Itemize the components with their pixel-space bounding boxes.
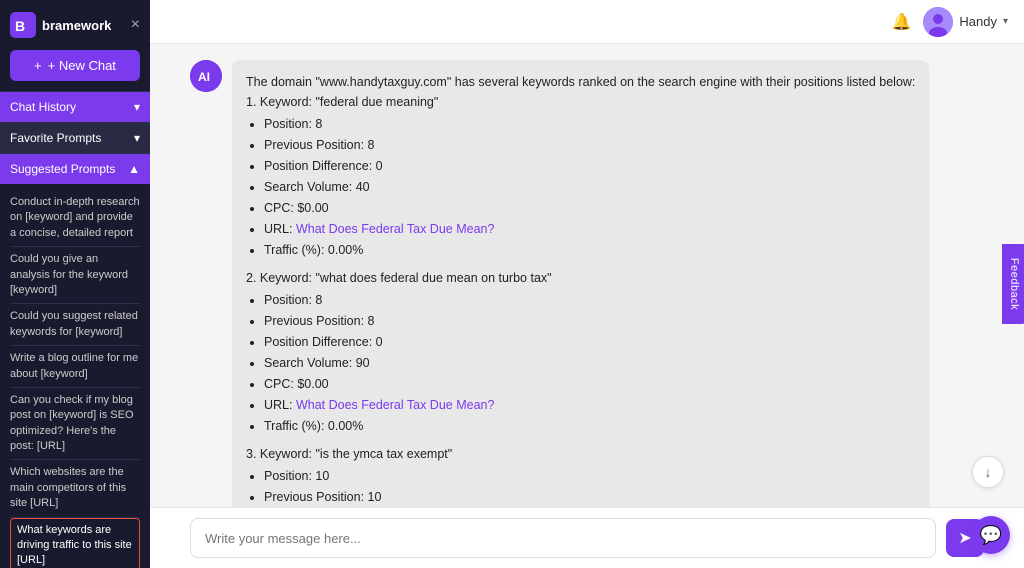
sidebar: B bramework × + + New Chat Chat History … (0, 0, 150, 568)
keyword-section: 3. Keyword: "is the ymca tax exempt"Posi… (246, 444, 915, 507)
keyword-position-diff: Position Difference: 0 (264, 332, 915, 352)
input-area: ➤ (150, 507, 1024, 568)
chevron-down-icon-2: ▾ (134, 131, 140, 145)
sidebar-prompt-item[interactable]: Conduct in-depth research on [keyword] a… (10, 190, 140, 247)
svg-text:AI: AI (198, 70, 210, 84)
user-name: Handy (959, 14, 997, 29)
close-icon[interactable]: × (131, 16, 140, 34)
new-chat-label: + New Chat (48, 58, 116, 73)
keyword-position: Position: 10 (264, 466, 915, 486)
suggested-prompts-section: Suggested Prompts ▲ (0, 153, 150, 184)
message-intro: The domain "www.handytaxguy.com" has sev… (246, 75, 915, 89)
plus-icon: + (34, 58, 42, 73)
sidebar-prompt-item[interactable]: Which websites are the main competitors … (10, 460, 140, 517)
svg-text:B: B (15, 18, 25, 34)
sidebar-prompt-item[interactable]: What keywords are driving traffic to thi… (10, 518, 140, 568)
sidebar-prompt-item[interactable]: Could you give an analysis for the keywo… (10, 247, 140, 304)
topbar-right: 🔔 Handy ▾ (891, 7, 1008, 37)
keyword-title: 1. Keyword: "federal due meaning" (246, 92, 915, 112)
feedback-tab[interactable]: Feedback (1002, 244, 1024, 324)
avatar (923, 7, 953, 37)
message-bubble: The domain "www.handytaxguy.com" has sev… (232, 60, 929, 507)
keyword-traffic: Traffic (%): 0.00% (264, 416, 915, 436)
keyword-link[interactable]: What Does Federal Tax Due Mean? (296, 398, 494, 412)
prompts-list: Conduct in-depth research on [keyword] a… (0, 184, 150, 568)
sidebar-logo-text: bramework (42, 18, 111, 33)
scroll-bottom-button[interactable]: ↓ (972, 456, 1004, 488)
chevron-down-icon: ▾ (134, 100, 140, 114)
keyword-url: URL: What Does Federal Tax Due Mean? (264, 219, 915, 239)
scroll-down-icon: ↓ (985, 464, 992, 480)
keyword-details: Position: 8Previous Position: 8Position … (246, 290, 915, 436)
keyword-search-volume: Search Volume: 90 (264, 353, 915, 373)
keyword-url: URL: What Does Federal Tax Due Mean? (264, 395, 915, 415)
favorite-prompts-label: Favorite Prompts (10, 131, 101, 145)
logo-icon: B (10, 12, 36, 38)
keyword-section: 2. Keyword: "what does federal due mean … (246, 268, 915, 436)
chat-area: AI The domain "www.handytaxguy.com" has … (150, 44, 1024, 507)
keyword-details: Position: 8Previous Position: 8Position … (246, 114, 915, 260)
sidebar-prompt-item[interactable]: Could you suggest related keywords for [… (10, 304, 140, 346)
new-chat-button[interactable]: + + New Chat (10, 50, 140, 81)
chat-support-icon: 💬 (980, 525, 1002, 546)
suggested-prompts-header[interactable]: Suggested Prompts ▲ (0, 154, 150, 184)
chat-history-header[interactable]: Chat History ▾ (0, 92, 150, 122)
suggested-prompts-label: Suggested Prompts (10, 162, 115, 176)
bot-avatar: AI (190, 60, 222, 92)
keyword-cpc: CPC: $0.00 (264, 374, 915, 394)
sidebar-prompt-item[interactable]: Write a blog outline for me about [keywo… (10, 346, 140, 388)
feedback-label: Feedback (1008, 258, 1020, 310)
main-content: 🔔 Handy ▾ AI (150, 0, 1024, 568)
chevron-down-icon: ▾ (1003, 16, 1008, 27)
keyword-link[interactable]: What Does Federal Tax Due Mean? (296, 222, 494, 236)
keyword-prev-position: Previous Position: 8 (264, 311, 915, 331)
chat-support-button[interactable]: 💬 (972, 516, 1010, 554)
keyword-position-diff: Position Difference: 0 (264, 156, 915, 176)
topbar: 🔔 Handy ▾ (150, 0, 1024, 44)
message-row: AI The domain "www.handytaxguy.com" has … (190, 60, 984, 507)
keyword-details: Position: 10Previous Position: 10Positio… (246, 466, 915, 507)
keyword-cpc: CPC: $0.00 (264, 198, 915, 218)
keyword-title: 3. Keyword: "is the ymca tax exempt" (246, 444, 915, 464)
keyword-prev-position: Previous Position: 8 (264, 135, 915, 155)
message-input[interactable] (190, 518, 936, 558)
keyword-position: Position: 8 (264, 290, 915, 310)
sidebar-logo: B bramework (10, 12, 111, 38)
keyword-search-volume: Search Volume: 40 (264, 177, 915, 197)
keyword-section: 1. Keyword: "federal due meaning"Positio… (246, 92, 915, 260)
sidebar-header: B bramework × (0, 0, 150, 50)
chat-history-section: Chat History ▾ (0, 91, 150, 122)
send-icon: ➤ (958, 528, 971, 548)
keyword-title: 2. Keyword: "what does federal due mean … (246, 268, 915, 288)
keyword-position: Position: 8 (264, 114, 915, 134)
user-avatar-area[interactable]: Handy ▾ (923, 7, 1008, 37)
chevron-up-icon: ▲ (128, 162, 140, 176)
keyword-prev-position: Previous Position: 10 (264, 487, 915, 507)
keyword-traffic: Traffic (%): 0.00% (264, 240, 915, 260)
favorite-prompts-section: Favorite Prompts ▾ (0, 122, 150, 153)
favorite-prompts-header[interactable]: Favorite Prompts ▾ (0, 123, 150, 153)
chat-history-label: Chat History (10, 100, 76, 114)
sidebar-prompt-item[interactable]: Can you check if my blog post on [keywor… (10, 388, 140, 461)
notification-icon[interactable]: 🔔 (891, 12, 911, 32)
